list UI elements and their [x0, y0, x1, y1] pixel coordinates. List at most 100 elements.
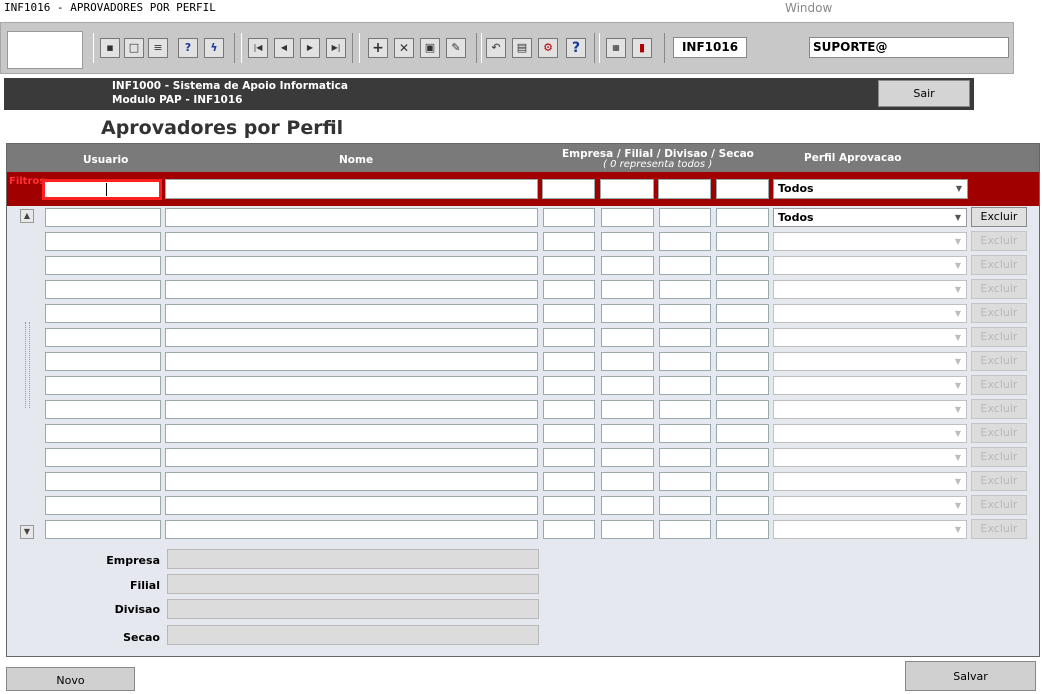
excluir-button[interactable]: Excluir — [971, 255, 1027, 275]
row-nome-input[interactable] — [165, 496, 538, 515]
execute-query-icon[interactable]: ϟ — [204, 38, 224, 58]
row-filial-input[interactable] — [601, 496, 654, 515]
row-filial-input[interactable] — [601, 256, 654, 275]
row-nome-input[interactable] — [165, 280, 538, 299]
row-secao-input[interactable] — [716, 304, 769, 323]
menu-icon[interactable]: ▦ — [606, 38, 626, 58]
row-divisao-input[interactable] — [659, 280, 711, 299]
row-nome-input[interactable] — [165, 448, 538, 467]
row-empresa-input[interactable] — [543, 232, 595, 251]
salvar-button[interactable]: Salvar — [905, 661, 1036, 691]
row-empresa-input[interactable] — [543, 424, 595, 443]
row-filial-input[interactable] — [601, 400, 654, 419]
row-secao-input[interactable] — [716, 256, 769, 275]
row-filial-input[interactable] — [601, 352, 654, 371]
row-perfil-select[interactable]: ▼ — [773, 400, 967, 419]
row-perfil-select[interactable]: ▼ — [773, 232, 967, 251]
row-secao-input[interactable] — [716, 448, 769, 467]
row-empresa-input[interactable] — [543, 256, 595, 275]
row-divisao-input[interactable] — [659, 304, 711, 323]
previous-record-icon[interactable]: ◀ — [274, 38, 294, 58]
row-perfil-select[interactable]: ▼ — [773, 472, 967, 491]
row-nome-input[interactable] — [165, 208, 538, 227]
row-perfil-select[interactable]: ▼ — [773, 520, 967, 539]
excluir-button[interactable]: Excluir — [971, 447, 1027, 467]
exit-door-icon[interactable]: ▮ — [632, 38, 652, 58]
row-perfil-select[interactable]: ▼ — [773, 352, 967, 371]
excluir-button[interactable]: Excluir — [971, 375, 1027, 395]
row-secao-input[interactable] — [716, 328, 769, 347]
row-perfil-select[interactable]: ▼ — [773, 376, 967, 395]
row-divisao-input[interactable] — [659, 376, 711, 395]
row-secao-input[interactable] — [716, 520, 769, 539]
row-nome-input[interactable] — [165, 520, 538, 539]
last-record-icon[interactable]: ▶| — [326, 38, 346, 58]
novo-button[interactable]: Novo — [6, 667, 135, 691]
excluir-button[interactable]: Excluir — [971, 207, 1027, 227]
excluir-button[interactable]: Excluir — [971, 495, 1027, 515]
row-divisao-input[interactable] — [659, 256, 711, 275]
excluir-button[interactable]: Excluir — [971, 303, 1027, 323]
row-usuario-input[interactable] — [45, 328, 161, 347]
filter-filial-input[interactable] — [600, 179, 654, 199]
scroll-down-icon[interactable]: ▼ — [20, 525, 34, 539]
row-nome-input[interactable] — [165, 352, 538, 371]
duplicate-record-icon[interactable]: ▣ — [420, 38, 440, 58]
row-usuario-input[interactable] — [45, 400, 161, 419]
row-divisao-input[interactable] — [659, 424, 711, 443]
scroll-up-icon[interactable]: ▲ — [20, 209, 34, 223]
row-divisao-input[interactable] — [659, 328, 711, 347]
row-perfil-select[interactable]: ▼ — [773, 328, 967, 347]
row-divisao-input[interactable] — [659, 352, 711, 371]
row-usuario-input[interactable] — [45, 496, 161, 515]
row-empresa-input[interactable] — [543, 208, 595, 227]
filter-secao-input[interactable] — [716, 179, 769, 199]
row-filial-input[interactable] — [601, 520, 654, 539]
row-divisao-input[interactable] — [659, 520, 711, 539]
window-icon[interactable]: □ — [124, 38, 144, 58]
excluir-button[interactable]: Excluir — [971, 471, 1027, 491]
filter-divisao-input[interactable] — [658, 179, 711, 199]
row-empresa-input[interactable] — [543, 328, 595, 347]
row-empresa-input[interactable] — [543, 400, 595, 419]
edit-record-icon[interactable]: ✎ — [446, 38, 466, 58]
row-filial-input[interactable] — [601, 280, 654, 299]
row-filial-input[interactable] — [601, 448, 654, 467]
row-nome-input[interactable] — [165, 376, 538, 395]
sair-button[interactable]: Sair — [878, 80, 970, 107]
row-filial-input[interactable] — [601, 304, 654, 323]
row-nome-input[interactable] — [165, 304, 538, 323]
filter-usuario-input[interactable] — [42, 179, 162, 200]
row-usuario-input[interactable] — [45, 232, 161, 251]
first-record-icon[interactable]: |◀ — [248, 38, 268, 58]
row-perfil-select[interactable]: ▼ — [773, 280, 967, 299]
row-nome-input[interactable] — [165, 424, 538, 443]
row-nome-input[interactable] — [165, 400, 538, 419]
row-usuario-input[interactable] — [45, 424, 161, 443]
row-empresa-input[interactable] — [543, 520, 595, 539]
row-secao-input[interactable] — [716, 232, 769, 251]
row-empresa-input[interactable] — [543, 352, 595, 371]
row-nome-input[interactable] — [165, 256, 538, 275]
row-secao-input[interactable] — [716, 280, 769, 299]
help-icon[interactable]: ? — [566, 38, 586, 58]
row-filial-input[interactable] — [601, 472, 654, 491]
excluir-button[interactable]: Excluir — [971, 231, 1027, 251]
filter-perfil-select[interactable]: Todos ▼ — [773, 179, 968, 199]
query-help-icon[interactable]: ? — [178, 38, 198, 58]
settings-icon[interactable]: ⚙ — [538, 38, 558, 58]
delete-record-icon[interactable]: ✕ — [394, 38, 414, 58]
row-secao-input[interactable] — [716, 496, 769, 515]
print-icon[interactable]: ≡ — [148, 38, 168, 58]
row-nome-input[interactable] — [165, 472, 538, 491]
row-perfil-select[interactable]: ▼ — [773, 256, 967, 275]
filter-nome-input[interactable] — [165, 179, 538, 199]
row-usuario-input[interactable] — [45, 256, 161, 275]
excluir-button[interactable]: Excluir — [971, 423, 1027, 443]
row-empresa-input[interactable] — [543, 448, 595, 467]
excluir-button[interactable]: Excluir — [971, 279, 1027, 299]
row-secao-input[interactable] — [716, 424, 769, 443]
save-icon[interactable]: ▪ — [100, 38, 120, 58]
excluir-button[interactable]: Excluir — [971, 399, 1027, 419]
row-secao-input[interactable] — [716, 376, 769, 395]
